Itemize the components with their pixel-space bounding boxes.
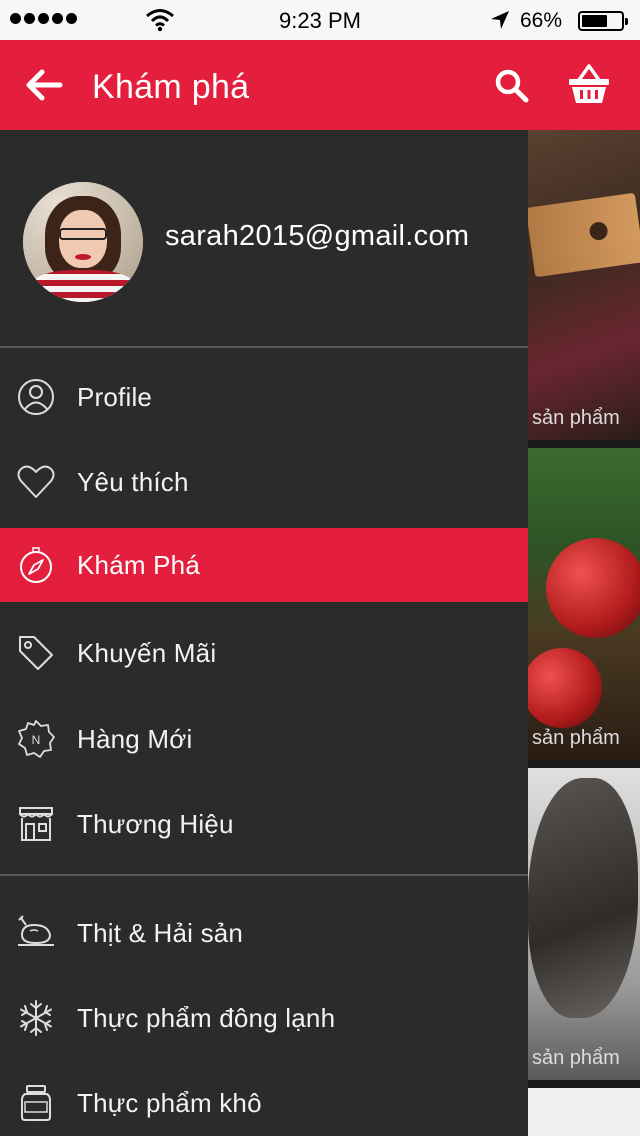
- product-card-caption: sản phẩm: [532, 407, 620, 429]
- profile-header[interactable]: sarah2015@gmail.com: [0, 130, 528, 347]
- menu-item-label: Thịt & Hải sản: [77, 917, 244, 948]
- background-product-list: sản phẩm sản phẩm sản phẩm: [528, 130, 640, 1136]
- page-title: Khám phá: [92, 68, 250, 106]
- product-card[interactable]: sản phẩm: [528, 768, 640, 1080]
- menu-item-label: Yêu thích: [77, 466, 189, 497]
- svg-text:N: N: [32, 733, 41, 747]
- product-card[interactable]: sản phẩm: [528, 448, 640, 760]
- menu-item-label: Profile: [77, 381, 153, 412]
- menu-item-label: Khám Phá: [77, 549, 201, 580]
- product-card-caption: sản phẩm: [532, 727, 620, 749]
- menu-item-label: Thương Hiệu: [77, 808, 234, 839]
- product-card-caption: sản phẩm: [532, 1047, 620, 1069]
- location-arrow-icon: [491, 11, 509, 29]
- menu-item-label: Thực phẩm khô: [77, 1087, 262, 1118]
- battery-icon: [578, 11, 628, 31]
- storefront-icon: [19, 807, 53, 841]
- menu-item-explore[interactable]: Khám Phá: [0, 528, 528, 602]
- heart-icon: [17, 465, 55, 498]
- menu-item-label: Hàng Mới: [77, 723, 193, 754]
- navigation-drawer: sarah2015@gmail.com Profile Yêu thích Kh…: [0, 130, 528, 1136]
- user-circle-icon: [18, 379, 54, 415]
- status-bar: 9:23 PM 66%: [0, 0, 640, 40]
- roast-chicken-icon: [18, 915, 54, 946]
- menu-item-dry-food[interactable]: Thực phẩm khô: [0, 1066, 528, 1136]
- jar-icon: [21, 1085, 51, 1121]
- menu-item-favorites[interactable]: Yêu thích: [0, 445, 528, 519]
- basket-icon[interactable]: [567, 62, 611, 106]
- product-card[interactable]: [528, 1088, 640, 1136]
- avatar[interactable]: [23, 182, 143, 302]
- search-icon[interactable]: [494, 68, 530, 104]
- menu-item-promotions[interactable]: Khuyến Mãi: [0, 616, 528, 690]
- snowflake-icon: [20, 1000, 52, 1036]
- app-header: Khám phá: [0, 40, 640, 130]
- divider: [0, 874, 528, 876]
- divider: [0, 346, 528, 348]
- compass-icon: [20, 547, 52, 583]
- menu-item-profile[interactable]: Profile: [0, 360, 528, 434]
- tag-icon: [19, 636, 53, 670]
- menu-item-meat-seafood[interactable]: Thịt & Hải sản: [0, 896, 528, 970]
- menu-item-brands[interactable]: Thương Hiệu: [0, 787, 528, 861]
- product-card[interactable]: sản phẩm: [528, 130, 640, 440]
- battery-percent: 66%: [520, 9, 563, 32]
- user-email: sarah2015@gmail.com: [165, 220, 470, 252]
- new-badge-icon: N: [18, 720, 55, 758]
- arrow-left-icon[interactable]: [24, 68, 64, 102]
- menu-item-label: Khuyến Mãi: [77, 637, 217, 668]
- menu-item-frozen-food[interactable]: Thực phẩm đông lạnh: [0, 981, 528, 1055]
- menu-item-label: Thực phẩm đông lạnh: [77, 1002, 336, 1033]
- menu-item-new-arrivals[interactable]: N Hàng Mới: [0, 702, 528, 776]
